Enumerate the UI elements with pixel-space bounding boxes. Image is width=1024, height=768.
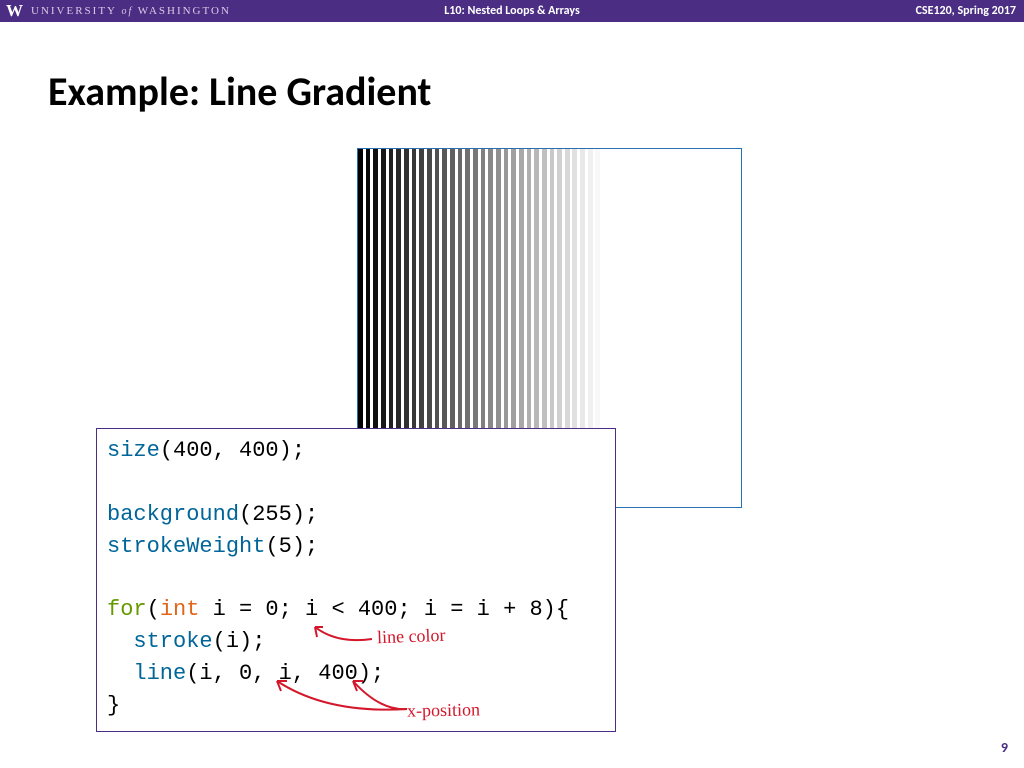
args-size: (400, 400); [160,438,305,463]
gradient-line [657,149,662,507]
uni-of: of [117,6,138,17]
fn-bg: background [107,502,239,527]
page-number: 9 [1001,739,1008,756]
uni-pre: UNIVERSITY [31,5,117,17]
gradient-line [649,149,654,507]
fn-size: size [107,438,160,463]
args-bg: (255); [239,502,318,527]
indent-7 [107,629,133,654]
header-bar: W UNIVERSITY of WASHINGTON L10: Nested L… [0,0,1024,22]
code-line-4: strokeWeight(5); [107,531,605,563]
gradient-line [718,149,723,507]
indent-8 [107,661,133,686]
gradient-line [672,149,677,507]
gradient-line [687,149,692,507]
kw-for: for [107,597,147,622]
gradient-line [641,149,646,507]
gradient-line [695,149,700,507]
code-blank-2 [107,563,605,595]
paren: ( [147,597,160,622]
code-line-1: size(400, 400); [107,435,605,467]
fn-sw: strokeWeight [107,534,265,559]
slide-title: Example: Line Gradient [48,67,1024,116]
code-line-3: background(255); [107,499,605,531]
uw-logo: W [6,1,23,21]
gradient-line [726,149,731,507]
gradient-line [634,149,639,507]
kw-int: int [160,597,200,622]
gradient-line [664,149,669,507]
course-label: CSE120, Spring 2017 [916,4,1016,18]
args-stroke: (i); [213,629,266,654]
brace-close: } [107,693,120,718]
fn-line: line [133,661,186,686]
arrow-line-color [307,619,387,649]
gradient-line [680,149,685,507]
args-sw: (5); [265,534,318,559]
gradient-line [618,149,623,507]
fn-stroke: stroke [133,629,212,654]
lecture-title: L10: Nested Loops & Arrays [444,4,580,18]
gradient-line [710,149,715,507]
university-name: UNIVERSITY of WASHINGTON [31,5,231,17]
code-block: size(400, 400); background(255); strokeW… [96,428,616,732]
gradient-line [626,149,631,507]
arrow-xpos-2 [345,669,425,714]
gradient-line [703,149,708,507]
uni-post: WASHINGTON [138,5,231,17]
code-blank-1 [107,467,605,499]
gradient-line [733,149,738,507]
